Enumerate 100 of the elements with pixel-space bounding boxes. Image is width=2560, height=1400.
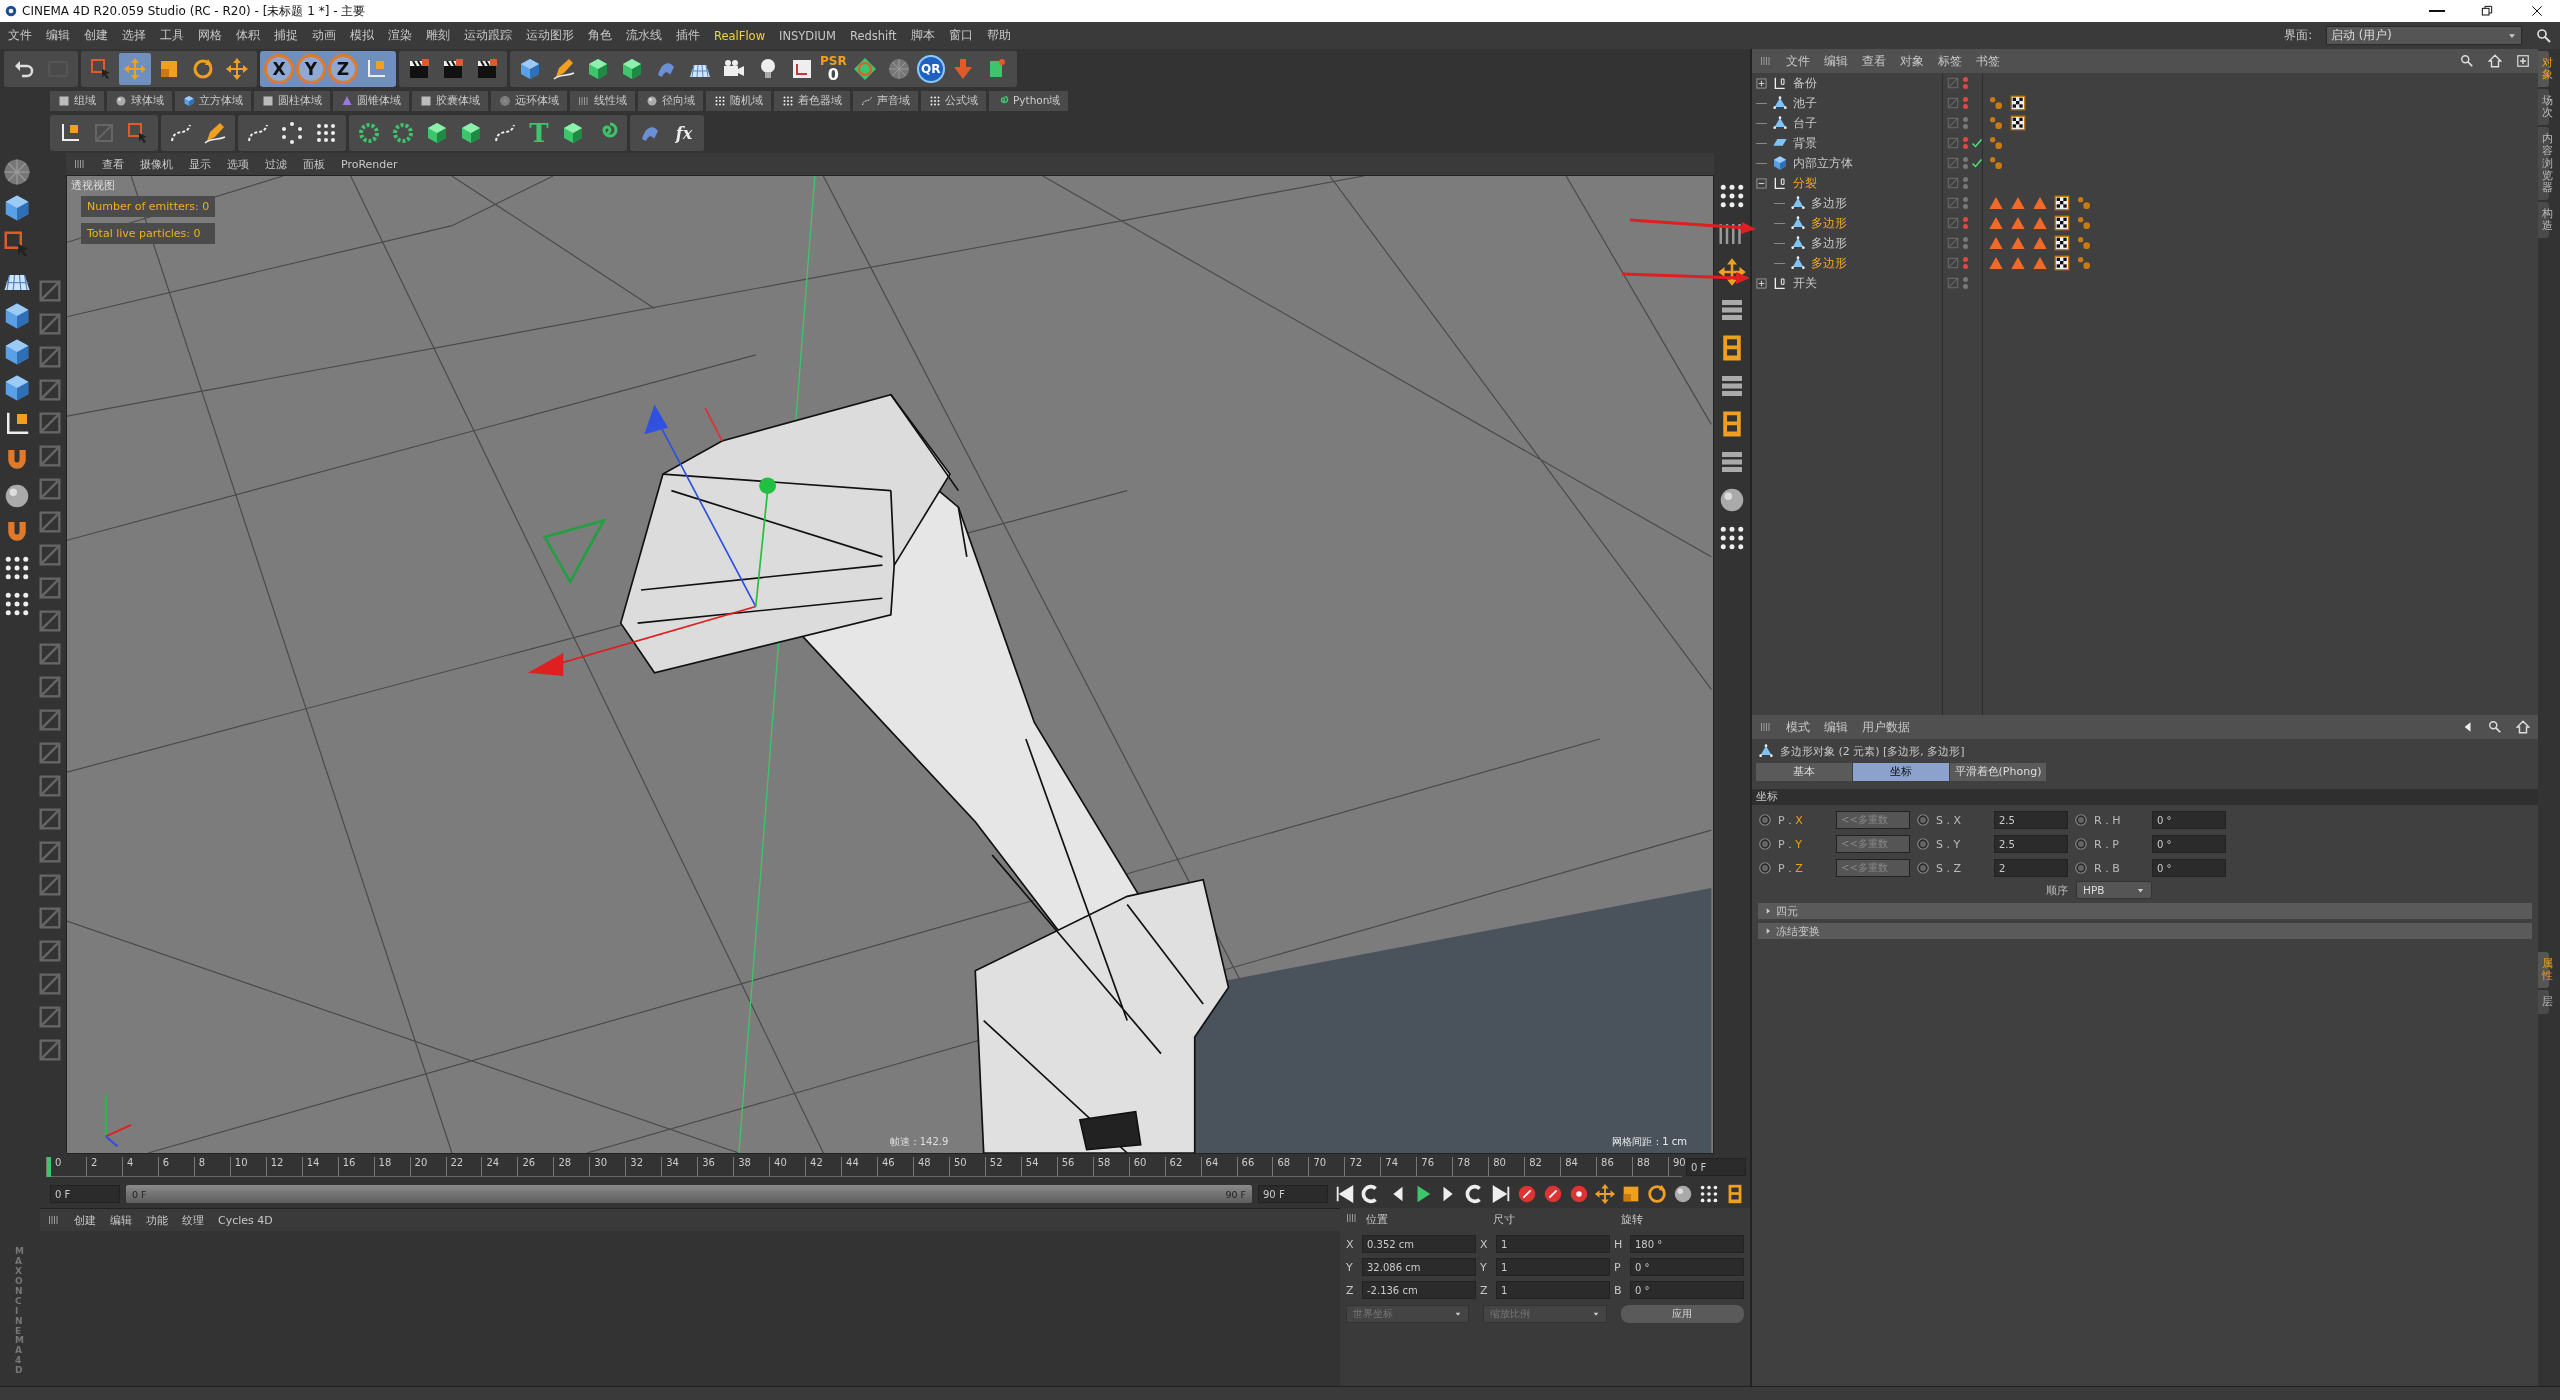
layout-dropdown[interactable]: 启动 (用户)	[2326, 26, 2522, 45]
menu-item[interactable]: 运动跟踪	[464, 28, 512, 43]
apply-button[interactable]: 应用	[1620, 1305, 1744, 1323]
triangle-tag-icon[interactable]	[1988, 195, 2004, 211]
search-icon[interactable]	[2460, 54, 2474, 68]
rotation-field[interactable]: 0 °	[1630, 1281, 1744, 1299]
field-button[interactable]: 着色器域	[774, 91, 851, 111]
manager-menu-item[interactable]: 标签	[1938, 53, 1962, 69]
rotation-field[interactable]: 0 °	[2152, 859, 2226, 877]
scale-field[interactable]: 2.5	[1994, 811, 2068, 829]
render-visibility-dot[interactable]	[1963, 164, 1968, 169]
phong-tag-icon[interactable]	[1988, 135, 2004, 151]
phong-tag-icon[interactable]	[1988, 95, 2004, 111]
expand-icon[interactable]	[1756, 77, 1767, 89]
attribute-tab[interactable]: 平滑着色(Phong)	[1950, 763, 2046, 781]
keyframe-icon[interactable]	[1916, 813, 1930, 827]
axis-lock-button[interactable]: Y	[296, 54, 326, 84]
record-icon[interactable]	[1516, 1183, 1538, 1205]
field-button[interactable]: 公式域	[921, 91, 987, 111]
rotation-field[interactable]: 0 °	[2152, 811, 2226, 829]
sphere-icon[interactable]	[1672, 1183, 1694, 1205]
manager-menu-item[interactable]: 模式	[1786, 719, 1810, 735]
triangle-tag-icon[interactable]	[1988, 255, 2004, 271]
menu-item[interactable]: 运动图形	[526, 28, 574, 43]
render-visibility-dot[interactable]	[1963, 104, 1968, 109]
rotation-field[interactable]: 0 °	[2152, 835, 2226, 853]
record-icon[interactable]	[1542, 1183, 1564, 1205]
field-button[interactable]: 线性域	[570, 91, 636, 111]
editor-visibility-dot[interactable]	[1963, 117, 1968, 122]
manager-menu-item[interactable]: 文件	[1786, 53, 1810, 69]
home-icon[interactable]	[2488, 54, 2502, 68]
object-name[interactable]: 多边形	[1811, 255, 1847, 271]
material-menu-item[interactable]: 纹理	[182, 1212, 204, 1228]
menu-item[interactable]: 捕捉	[274, 28, 298, 43]
viewport-menu-item[interactable]: 过滤	[265, 156, 287, 172]
material-menu-item[interactable]: 编辑	[110, 1212, 132, 1228]
manager-menu-item[interactable]: 编辑	[1824, 719, 1848, 735]
texture-tag-icon[interactable]	[2054, 235, 2070, 251]
object-name[interactable]: 内部立方体	[1793, 155, 1853, 171]
end-frame-field[interactable]: 90 F	[1258, 1185, 1328, 1203]
dot-grid-icon[interactable]	[1698, 1183, 1720, 1205]
object-name[interactable]: 池子	[1793, 95, 1817, 111]
menu-item[interactable]: 文件	[8, 28, 32, 43]
viewport-menu-item[interactable]: ProRender	[341, 157, 398, 171]
qr-button[interactable]: QR	[916, 55, 945, 83]
menu-item[interactable]: 选择	[122, 28, 146, 43]
triangle-tag-icon[interactable]	[2032, 215, 2048, 231]
manager-menu-item[interactable]: 编辑	[1824, 53, 1848, 69]
keyframe-icon[interactable]	[1916, 837, 1930, 851]
texture-tag-icon[interactable]	[2010, 95, 2026, 111]
triangle-tag-icon[interactable]	[2010, 235, 2026, 251]
field-button[interactable]: 远环体域	[491, 91, 568, 111]
field-button[interactable]: Python域	[989, 91, 1070, 111]
attribute-tab[interactable]: 基本	[1756, 763, 1852, 781]
triangle-tag-icon[interactable]	[2010, 255, 2026, 271]
object-name[interactable]: 多边形	[1811, 195, 1847, 211]
field-button[interactable]: 随机域	[706, 91, 772, 111]
check-icon[interactable]	[1971, 137, 1983, 149]
phong-tag-icon[interactable]	[2076, 255, 2092, 271]
render-visibility-dot[interactable]	[1963, 244, 1968, 249]
size-field[interactable]: 1	[1496, 1235, 1610, 1253]
field-button[interactable]: 球体域	[107, 91, 173, 111]
axis-lock-button[interactable]: Z	[328, 54, 358, 84]
position-field[interactable]: 32.086 cm	[1362, 1258, 1476, 1276]
render-visibility-dot[interactable]	[1963, 204, 1968, 209]
keyframe-icon[interactable]	[2074, 837, 2088, 851]
render-visibility-dot[interactable]	[1963, 144, 1968, 149]
menu-item[interactable]: Redshift	[849, 28, 897, 43]
triangle-tag-icon[interactable]	[2032, 255, 2048, 271]
phong-tag-icon[interactable]	[1988, 155, 2004, 171]
skip-end-icon[interactable]	[1490, 1183, 1512, 1205]
keyframe-icon[interactable]	[1758, 861, 1772, 875]
scale-field[interactable]: 2	[1994, 859, 2068, 877]
phong-tag-icon[interactable]	[1988, 115, 2004, 131]
home-icon[interactable]	[2516, 720, 2530, 734]
field-button[interactable]: 径向域	[638, 91, 704, 111]
menu-item[interactable]: 编辑	[46, 28, 70, 43]
menu-item[interactable]: RealFlow	[714, 28, 766, 43]
object-name[interactable]: 分裂	[1793, 175, 1817, 191]
field-button[interactable]: 圆锥体域	[333, 91, 410, 111]
size-field[interactable]: 1	[1496, 1281, 1610, 1299]
check-icon[interactable]	[1971, 157, 1983, 169]
skip-start-icon[interactable]	[1334, 1183, 1356, 1205]
texture-tag-icon[interactable]	[2054, 215, 2070, 231]
position-field[interactable]: 0.352 cm	[1362, 1235, 1476, 1253]
editor-visibility-dot[interactable]	[1963, 137, 1968, 142]
menu-item[interactable]: 角色	[588, 28, 612, 43]
field-button[interactable]: 圆柱体域	[254, 91, 331, 111]
psr-button[interactable]: PSR 0	[820, 55, 847, 83]
menu-item[interactable]: 动画	[312, 28, 336, 43]
sphere-icon[interactable]	[2, 157, 32, 187]
phong-tag-icon[interactable]	[2076, 235, 2092, 251]
triangle-tag-icon[interactable]	[2032, 235, 2048, 251]
editor-visibility-dot[interactable]	[1963, 257, 1968, 262]
render-visibility-dot[interactable]	[1963, 124, 1968, 129]
keyframe-icon[interactable]	[1916, 861, 1930, 875]
keyframe-icon[interactable]	[2074, 813, 2088, 827]
texture-tag-icon[interactable]	[2010, 115, 2026, 131]
triangle-tag-icon[interactable]	[2032, 195, 2048, 211]
phong-tag-icon[interactable]	[2076, 195, 2092, 211]
